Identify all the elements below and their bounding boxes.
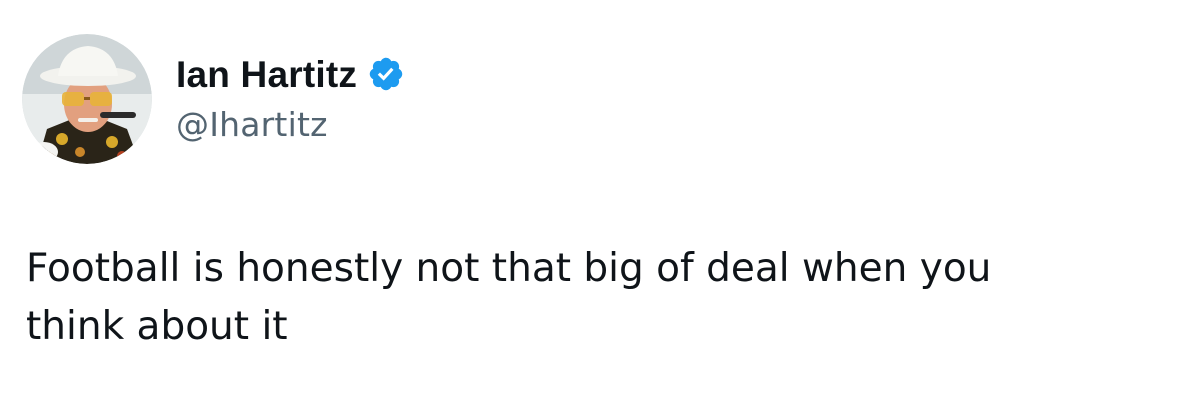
- author-name-row: Ian Hartitz: [176, 48, 405, 100]
- author-display-name[interactable]: Ian Hartitz: [176, 56, 357, 93]
- author-handle[interactable]: @Ihartitz: [176, 108, 328, 141]
- tweet-text: Football is honestly not that big of dea…: [26, 246, 992, 349]
- author-avatar[interactable]: [22, 34, 152, 164]
- tweet-card: Ian Hartitz @Ihartitz Football is honest…: [0, 0, 1200, 409]
- verified-badge-icon[interactable]: [367, 55, 405, 93]
- avatar-photo: [22, 34, 152, 164]
